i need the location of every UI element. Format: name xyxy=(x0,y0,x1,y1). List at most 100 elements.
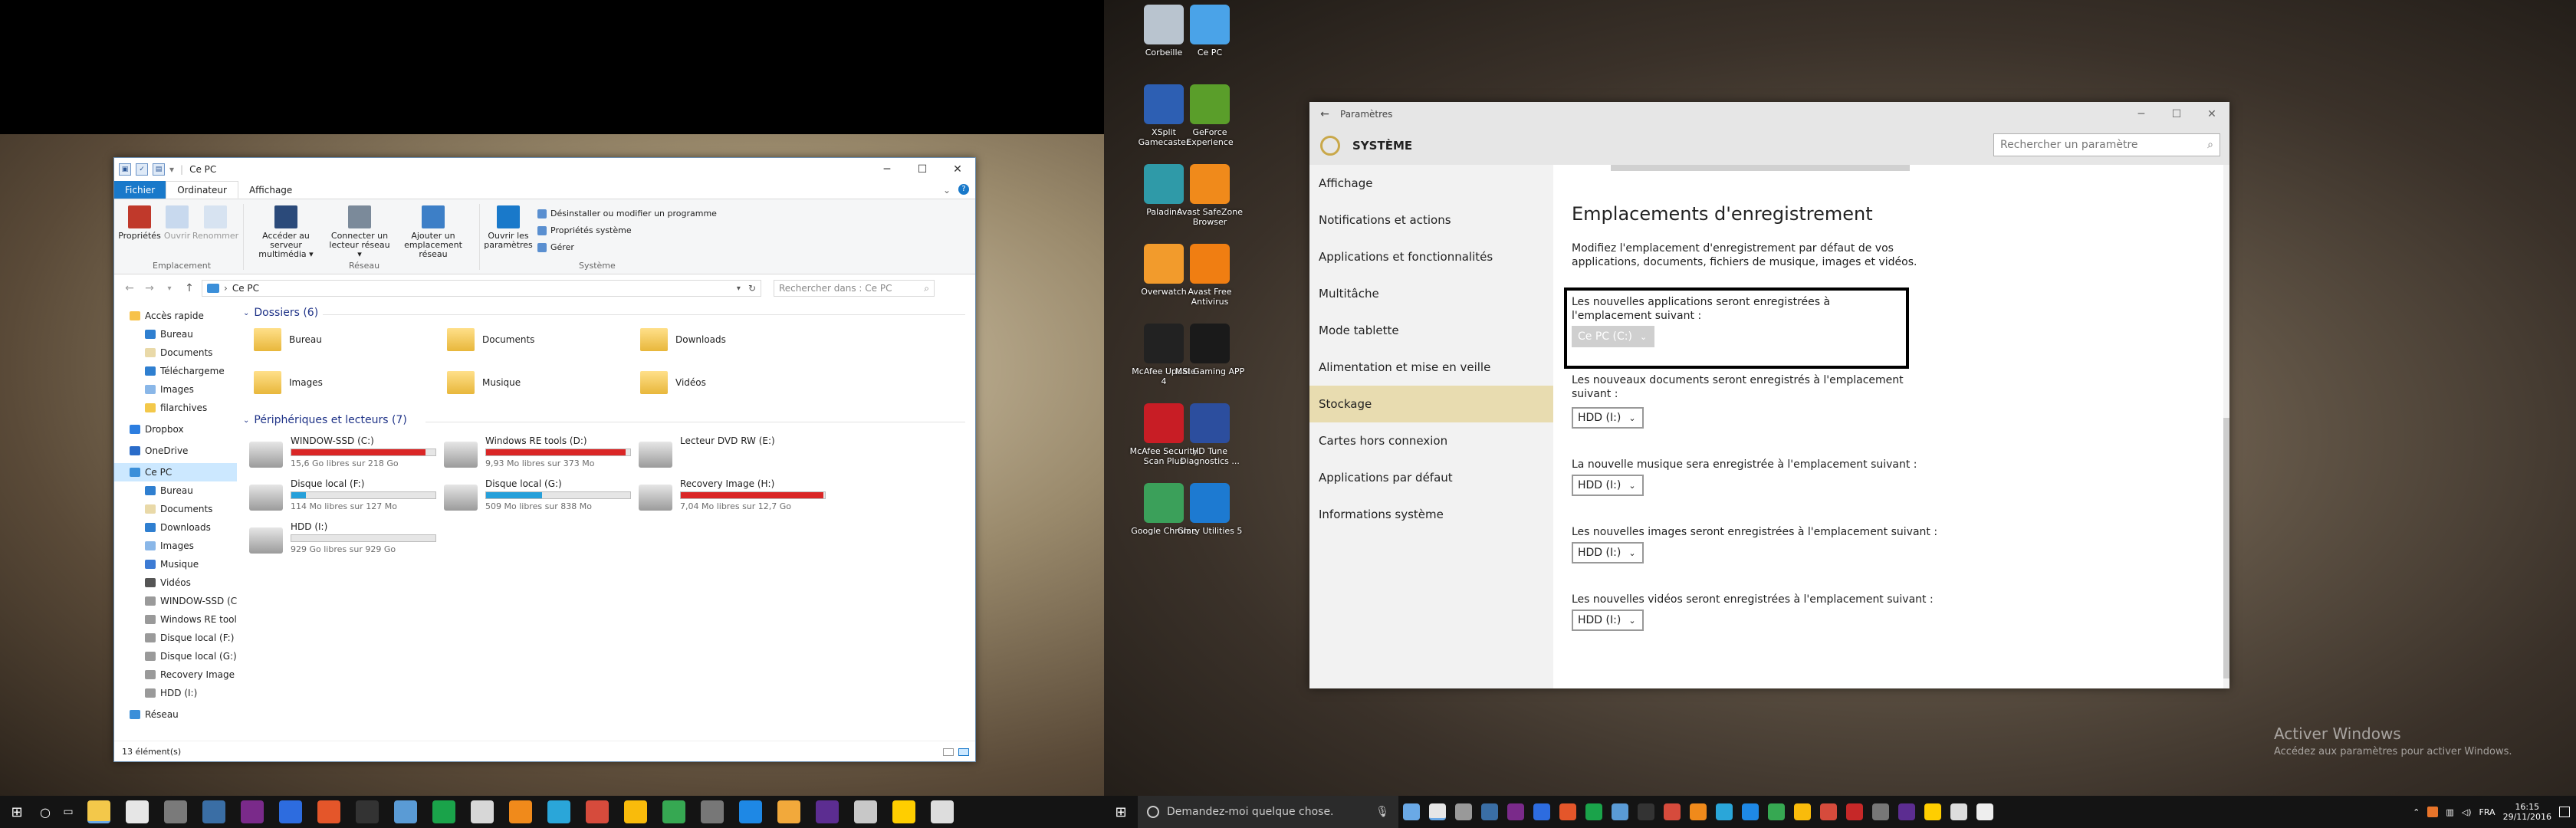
avast-tray-icon[interactable] xyxy=(2427,807,2439,817)
rename-button[interactable]: Renommer xyxy=(192,205,238,241)
forward-arrow-icon[interactable]: → xyxy=(142,282,157,294)
taskbar-app-icon[interactable] xyxy=(1664,803,1681,820)
manage-button[interactable]: Gérer xyxy=(537,242,574,252)
settings-nav-item[interactable]: Affichage xyxy=(1309,165,1553,202)
address-dropdown-icon[interactable]: ▾ xyxy=(737,284,744,293)
settings-search-input[interactable]: Rechercher un paramètre ⌕ xyxy=(1993,133,2220,156)
nav-item[interactable]: Documents xyxy=(114,343,237,362)
settings-nav-item[interactable]: Applications par défaut xyxy=(1309,459,1553,496)
taskbar-app-icon[interactable] xyxy=(739,800,762,823)
media-server-button[interactable]: Accéder au serveur multimédia ▾ xyxy=(248,205,324,259)
nav-item[interactable]: Bureau xyxy=(114,325,237,343)
minimize-button[interactable]: ─ xyxy=(869,158,905,181)
images-location-select[interactable]: HDD (I:) ⌄ xyxy=(1572,542,1644,564)
properties-quick-icon[interactable]: ✓ xyxy=(136,163,148,176)
maximize-button[interactable]: ☐ xyxy=(905,158,940,181)
folder-item[interactable]: Documents xyxy=(447,328,534,351)
uninstall-program-button[interactable]: Désinstaller ou modifier un programme xyxy=(537,209,717,219)
quick-access-dropdown-icon[interactable]: ▾ xyxy=(169,164,174,175)
taskbar-app-icon[interactable] xyxy=(1403,803,1420,820)
nav-item[interactable]: Images xyxy=(114,380,237,399)
taskbar-app-icon[interactable] xyxy=(1820,803,1837,820)
taskbar-app-icon[interactable] xyxy=(662,800,685,823)
nav-item[interactable]: Ce PC xyxy=(114,463,237,481)
settings-nav-item[interactable]: Applications et fonctionnalités xyxy=(1309,238,1553,275)
taskbar-app-icon[interactable] xyxy=(1794,803,1811,820)
taskbar-app-icon[interactable] xyxy=(1768,803,1785,820)
desktop-shortcut[interactable]: HD Tune Diagnostics ... xyxy=(1175,403,1245,466)
taskbar-app-icon[interactable] xyxy=(1742,803,1759,820)
help-icon[interactable]: ? xyxy=(958,184,969,195)
scrollbar-thumb[interactable] xyxy=(2223,418,2229,678)
task-view-icon[interactable]: ▭ xyxy=(57,806,80,818)
taskbar-app-icon[interactable] xyxy=(892,800,915,823)
taskbar-app-icon[interactable] xyxy=(317,800,340,823)
drive-item[interactable]: WINDOW-SSD (C:) 15,6 Go libres sur 218 Go xyxy=(249,435,436,468)
taskbar-app-icon[interactable] xyxy=(1559,803,1576,820)
close-button[interactable]: ✕ xyxy=(940,158,975,181)
tab-ordinateur[interactable]: Ordinateur xyxy=(166,181,238,199)
start-button-secondary[interactable]: ⊞ xyxy=(1104,804,1138,820)
taskbar-app-icon[interactable] xyxy=(816,800,839,823)
language-indicator[interactable]: FRA xyxy=(2479,807,2496,817)
nav-item[interactable]: filarchives xyxy=(114,399,237,417)
taskbar-app-icon[interactable] xyxy=(241,800,264,823)
taskbar-app-icon[interactable] xyxy=(432,800,455,823)
tab-affichage[interactable]: Affichage xyxy=(238,181,303,199)
nav-item[interactable]: Vidéos xyxy=(114,573,237,592)
desktop-shortcut[interactable]: Avast Free Antivirus xyxy=(1175,244,1245,307)
map-drive-button[interactable]: Connecter un lecteur réseau ▾ xyxy=(327,205,392,259)
start-button[interactable]: ⊞ xyxy=(0,804,34,820)
taskbar-app-icon[interactable] xyxy=(586,800,609,823)
folder-item[interactable]: Bureau xyxy=(254,328,322,351)
properties-button[interactable]: Propriétés xyxy=(118,205,161,241)
taskbar-app-icon[interactable] xyxy=(701,800,724,823)
nav-item[interactable]: WINDOW-SSD (C:) xyxy=(114,592,237,610)
settings-scrollbar[interactable] xyxy=(2223,165,2229,688)
music-location-select[interactable]: HDD (I:) ⌄ xyxy=(1572,475,1644,496)
drive-item[interactable]: Disque local (G:) 509 Mo libres sur 838 M… xyxy=(444,478,631,511)
up-arrow-icon[interactable]: ↑ xyxy=(182,282,197,294)
taskbar-app-icon[interactable] xyxy=(87,800,110,823)
clock[interactable]: 16:15 29/11/2016 xyxy=(2503,802,2551,822)
drive-item[interactable]: Windows RE tools (D:) 9,93 Mo libres sur … xyxy=(444,435,631,468)
cortana-search-box[interactable]: Demandez-moi quelque chose. 🎙 xyxy=(1138,796,1398,828)
taskbar-app-icon[interactable] xyxy=(777,800,800,823)
taskbar-app-icon[interactable] xyxy=(1507,803,1524,820)
folder-item[interactable]: Downloads xyxy=(640,328,726,351)
folder-item[interactable]: Vidéos xyxy=(640,371,706,394)
desktop-shortcut[interactable]: Ce PC xyxy=(1175,5,1245,58)
drive-item[interactable]: Lecteur DVD RW (E:) xyxy=(639,435,775,468)
add-network-location-button[interactable]: Ajouter un emplacement réseau xyxy=(395,205,472,259)
ribbon-collapse-icon[interactable]: ⌄ xyxy=(935,181,958,199)
nav-item[interactable]: Downloads xyxy=(114,518,237,537)
taskbar-app-icon[interactable] xyxy=(1481,803,1498,820)
taskbar-app-icon[interactable] xyxy=(1612,803,1628,820)
back-arrow-icon[interactable]: ← xyxy=(122,282,137,294)
apps-location-select[interactable]: Ce PC (C:) ⌄ xyxy=(1572,326,1654,347)
tab-fichier[interactable]: Fichier xyxy=(114,181,166,199)
network-icon[interactable]: ▥ xyxy=(2446,807,2453,817)
taskbar-app-icon[interactable] xyxy=(356,800,379,823)
drive-item[interactable]: Recovery Image (H:) 7,04 Mo libres sur 12… xyxy=(639,478,826,511)
nav-item[interactable]: OneDrive xyxy=(114,442,237,460)
taskbar-app-icon[interactable] xyxy=(931,800,954,823)
volume-icon[interactable]: ◁) xyxy=(2462,807,2472,817)
settings-nav-item[interactable]: Cartes hors connexion xyxy=(1309,422,1553,459)
desktop-shortcut[interactable]: Avast SafeZone Browser xyxy=(1175,164,1245,227)
taskbar-app-icon[interactable] xyxy=(279,800,302,823)
taskbar-app-icon[interactable] xyxy=(1716,803,1733,820)
recent-dropdown-icon[interactable]: ▾ xyxy=(162,284,177,293)
videos-location-select[interactable]: HDD (I:) ⌄ xyxy=(1572,610,1644,631)
open-button[interactable]: Ouvrir xyxy=(162,205,192,241)
settings-nav-item[interactable]: Informations système xyxy=(1309,496,1553,533)
desktop-shortcut[interactable]: MSI Gaming APP xyxy=(1175,324,1245,376)
nav-item[interactable]: Images xyxy=(114,537,237,555)
folders-section-header[interactable]: ⌄ Dossiers (6) xyxy=(243,307,318,319)
documents-location-select[interactable]: HDD (I:) ⌄ xyxy=(1572,407,1644,429)
drive-item[interactable]: Disque local (F:) 114 Mo libres sur 127 M… xyxy=(249,478,436,511)
taskbar-app-icon[interactable] xyxy=(1976,803,1993,820)
nav-item[interactable]: Recovery Image (H: xyxy=(114,665,237,684)
desktop-shortcut[interactable]: Glary Utilities 5 xyxy=(1175,483,1245,536)
taskbar-app-icon[interactable] xyxy=(1533,803,1550,820)
